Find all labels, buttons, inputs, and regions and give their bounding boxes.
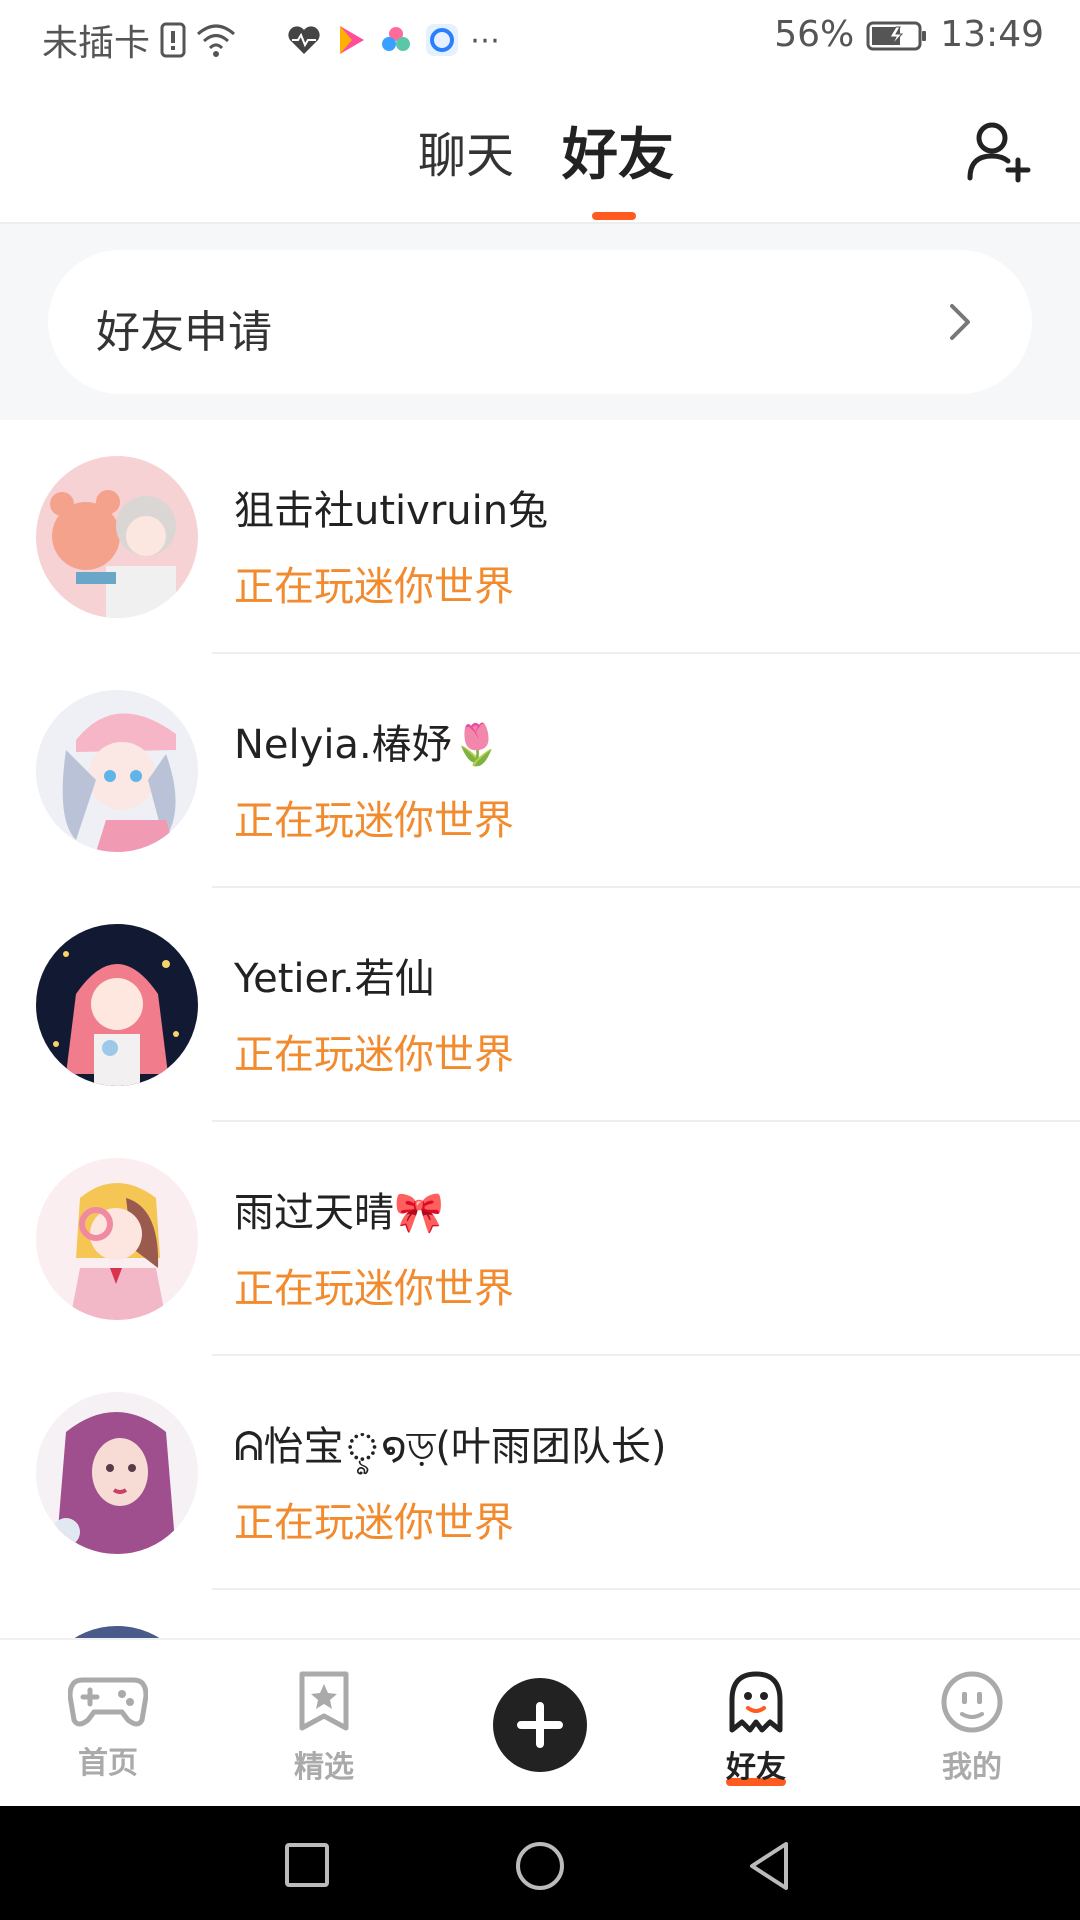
bottom-nav: 首页 精选 好友 我的 — [0, 1638, 1080, 1808]
nav-home[interactable]: 首页 — [48, 1670, 168, 1782]
avatar[interactable] — [36, 1158, 198, 1320]
ghost-icon — [729, 1671, 783, 1733]
friend-row[interactable]: 狙击社utivruin兔 正在玩迷你世界 — [0, 420, 1080, 654]
carrier-text: 未插卡 — [42, 23, 151, 64]
add-friend-icon[interactable] — [964, 116, 1034, 186]
smiley-icon — [941, 1671, 1003, 1733]
friend-status: 正在玩迷你世界 — [234, 1500, 514, 1546]
friend-name: Yetier.若仙 — [234, 956, 435, 1002]
friend-request-section: 好友申请 — [0, 224, 1080, 420]
friend-row[interactable]: ᕱ怡宝ৢ໑ড়(叶雨团队长) 正在玩迷你世界 — [0, 1356, 1080, 1590]
clock-time: 13:49 — [940, 14, 1044, 55]
friend-name: 狙击社utivruin兔 — [234, 488, 549, 534]
avatar[interactable] — [36, 1392, 198, 1554]
system-nav-bar — [0, 1806, 1080, 1920]
friend-name: ᕱ怡宝ৢ໑ড়(叶雨团队长) — [234, 1424, 667, 1470]
back-triangle-icon[interactable] — [746, 1840, 792, 1892]
health-heart-icon — [288, 26, 320, 54]
tab-friends[interactable]: 好友 — [562, 110, 674, 191]
battery-percent: 56% — [774, 14, 855, 55]
recent-apps-icon[interactable] — [284, 1842, 330, 1888]
avatar[interactable] — [36, 924, 198, 1086]
tab-chat[interactable]: 聊天 — [418, 116, 514, 186]
nav-featured[interactable]: 精选 — [264, 1670, 384, 1786]
friend-request-button[interactable]: 好友申请 — [48, 250, 1032, 394]
friend-list: 狙击社utivruin兔 正在玩迷你世界 Nelyia.椿妤🌷 正在玩迷你世界 … — [0, 420, 1080, 1650]
battery-charging-icon — [866, 21, 927, 50]
nav-profile[interactable]: 我的 — [912, 1670, 1032, 1786]
avatar[interactable] — [36, 690, 198, 852]
create-button[interactable] — [493, 1678, 587, 1772]
friend-row[interactable]: Yetier.若仙 正在玩迷你世界 — [0, 888, 1080, 1122]
status-bar: 未插卡 ⋯ 56% 13:49 — [0, 0, 1080, 76]
friend-status: 正在玩迷你世界 — [234, 564, 514, 610]
friend-row[interactable]: 雨过天晴🎀 正在玩迷你世界 — [0, 1122, 1080, 1356]
friend-request-label: 好友申请 — [96, 307, 272, 358]
plus-icon — [517, 1702, 563, 1748]
active-tab-indicator — [592, 212, 636, 220]
friend-status: 正在玩迷你世界 — [234, 1032, 514, 1078]
friend-row[interactable]: Nelyia.椿妤🌷 正在玩迷你世界 — [0, 654, 1080, 888]
nav-label: 我的 — [942, 1750, 1002, 1785]
chevron-right-icon — [950, 304, 970, 340]
cloud-app-icon — [382, 27, 411, 51]
more-notifications-icon: ⋯ — [470, 22, 501, 58]
friend-status: 正在玩迷你世界 — [234, 798, 514, 844]
sim-alert-icon — [160, 22, 186, 58]
video-app-icon — [340, 26, 365, 54]
star-bookmark-icon — [299, 1671, 349, 1731]
nav-friends[interactable]: 好友 — [696, 1670, 816, 1786]
avatar[interactable] — [36, 456, 198, 618]
friend-status: 正在玩迷你世界 — [234, 1266, 514, 1312]
friend-name: 雨过天晴🎀 — [234, 1190, 444, 1236]
wifi-icon — [197, 24, 236, 57]
friend-name: Nelyia.椿妤🌷 — [234, 722, 502, 768]
nav-label: 首页 — [78, 1746, 138, 1781]
nav-label: 好友 — [726, 1750, 786, 1785]
browser-app-icon — [426, 24, 459, 56]
top-header: 聊天 好友 — [0, 76, 1080, 224]
home-circle-icon[interactable] — [514, 1840, 566, 1892]
nav-label: 精选 — [294, 1750, 354, 1785]
gamepad-icon — [67, 1677, 149, 1727]
